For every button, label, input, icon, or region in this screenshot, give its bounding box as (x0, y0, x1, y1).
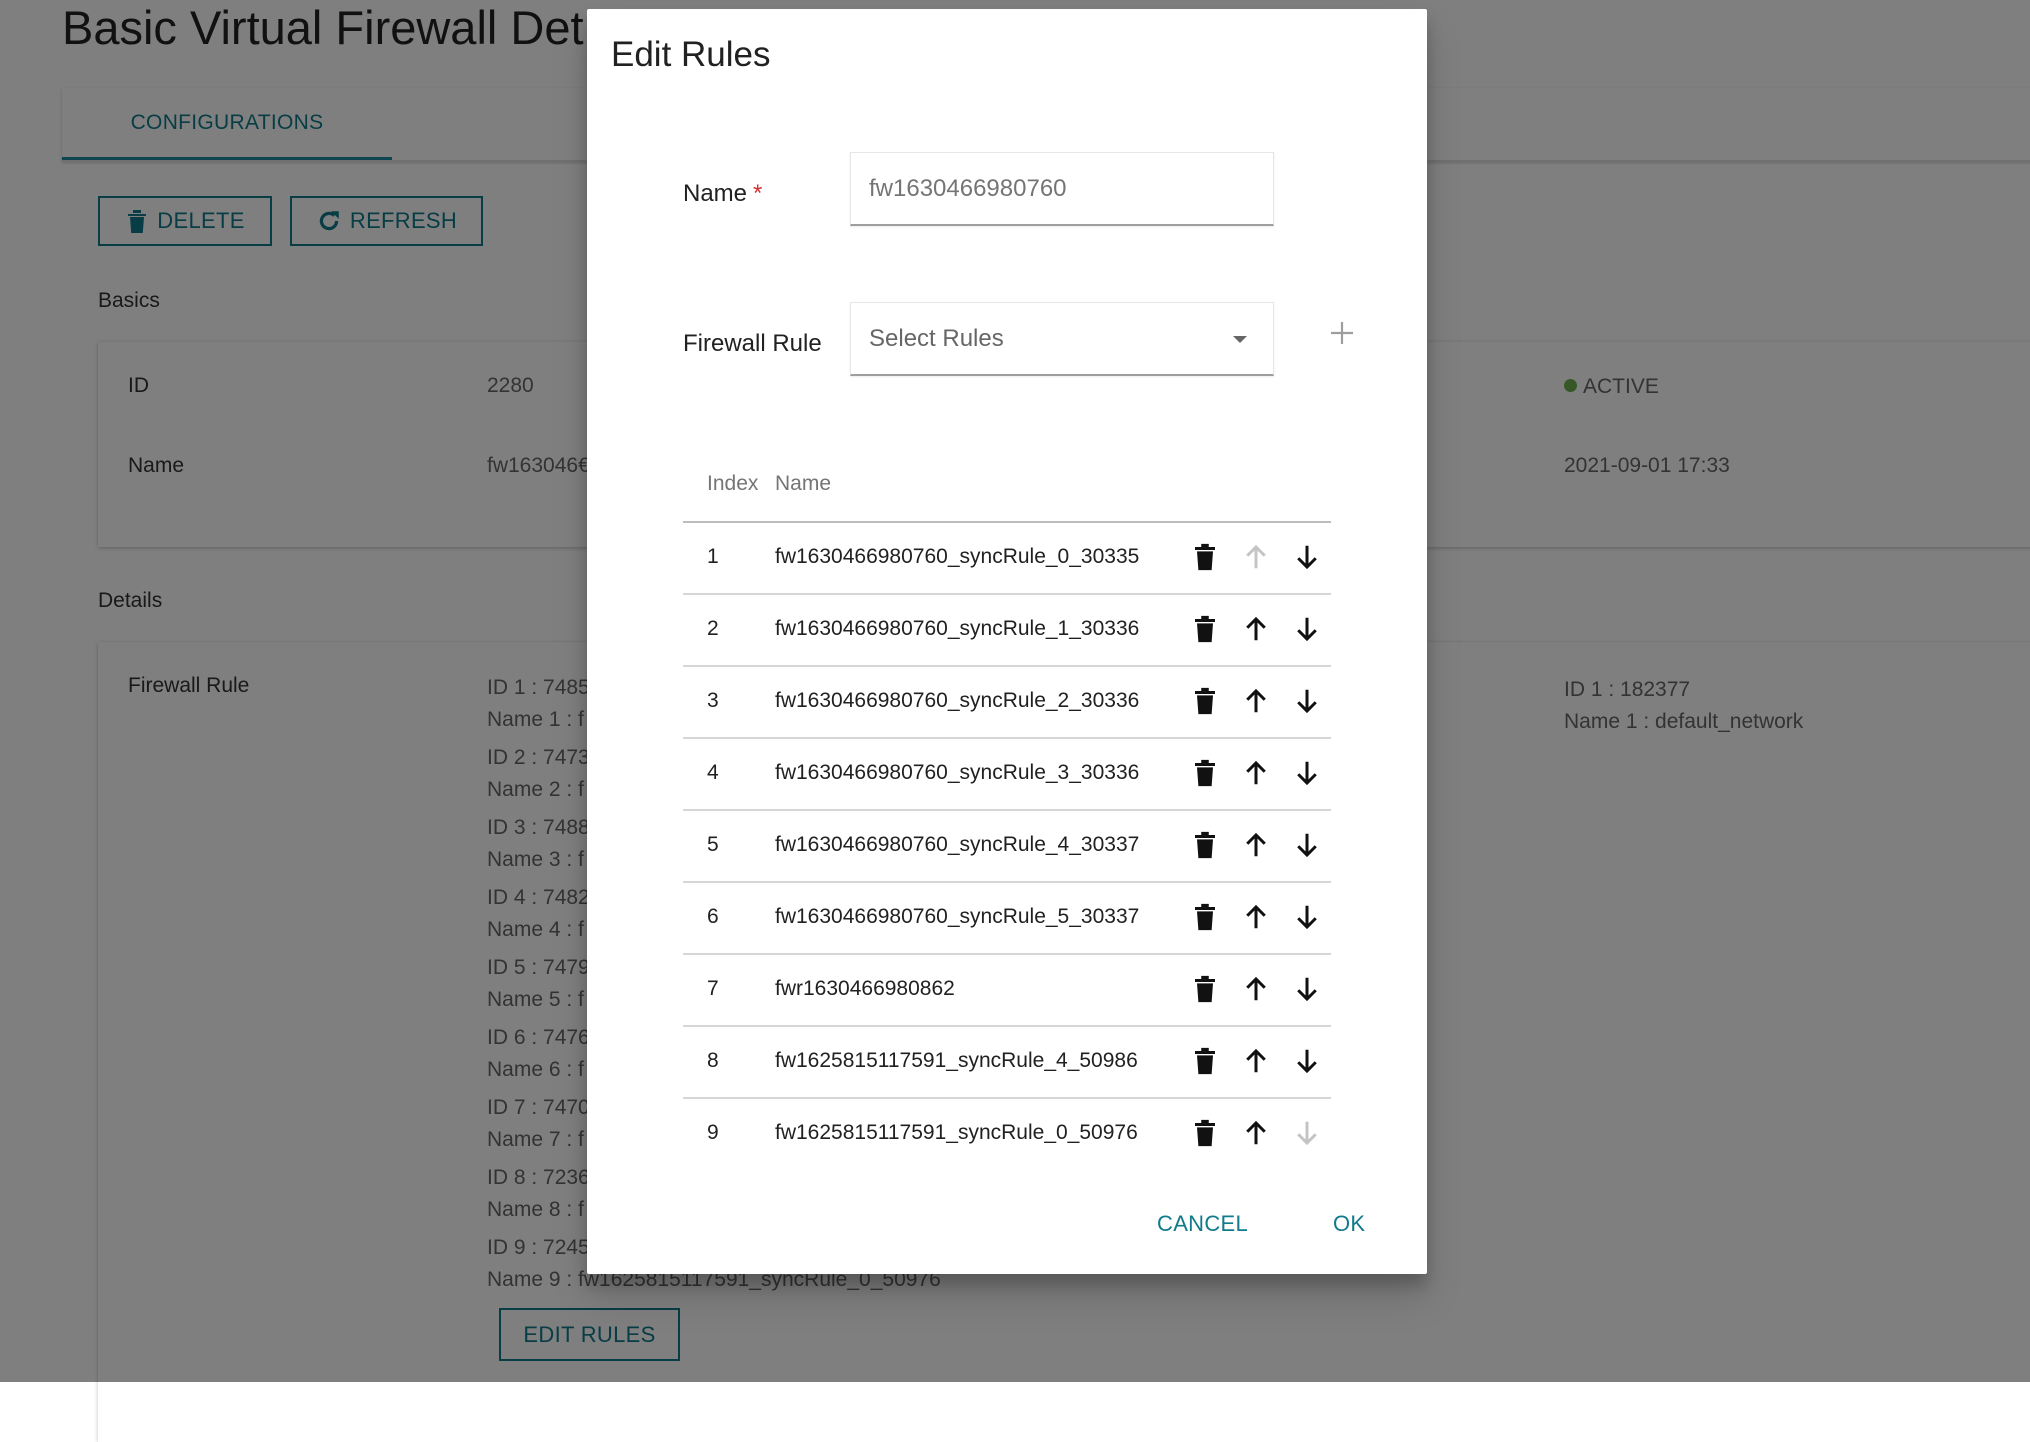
row-name: fw1630466980760_syncRule_4_30337 (775, 833, 1140, 856)
arrow-down-icon (1292, 974, 1322, 1004)
rules-select-placeholder: Select Rules (869, 324, 1004, 352)
row-name: fw1625815117591_syncRule_4_50986 (775, 1049, 1138, 1072)
arrow-down-icon (1292, 614, 1322, 644)
plus-icon (1331, 322, 1353, 344)
move-up-button[interactable] (1238, 971, 1274, 1007)
row-index: 6 (707, 905, 719, 928)
arrow-up-icon (1241, 542, 1271, 572)
row-name: fw1630466980760_syncRule_3_30336 (775, 761, 1140, 784)
add-rule-button[interactable] (1322, 313, 1362, 353)
delete-row-button[interactable] (1187, 971, 1223, 1007)
row-index: 4 (707, 761, 719, 784)
trash-icon (1190, 758, 1220, 788)
move-up-button[interactable] (1238, 611, 1274, 647)
delete-row-button[interactable] (1187, 827, 1223, 863)
delete-row-button[interactable] (1187, 1043, 1223, 1079)
row-name: fw1630466980760_syncRule_0_30335 (775, 545, 1140, 568)
move-up-button (1238, 539, 1274, 575)
trash-icon (1190, 1118, 1220, 1148)
move-down-button[interactable] (1289, 827, 1325, 863)
trash-icon (1190, 902, 1220, 932)
arrow-up-icon (1241, 902, 1271, 932)
table-row: 2 fw1630466980760_syncRule_1_30336 (683, 595, 1331, 667)
caret-down-icon (1233, 336, 1247, 343)
table-row: 1 fw1630466980760_syncRule_0_30335 (683, 523, 1331, 595)
trash-icon (1190, 830, 1220, 860)
row-name: fwr1630466980862 (775, 977, 955, 1000)
table-row: 6 fw1630466980760_syncRule_5_30337 (683, 883, 1331, 955)
dialog-title: Edit Rules (611, 35, 771, 74)
move-down-button[interactable] (1289, 683, 1325, 719)
row-index: 2 (707, 617, 719, 640)
trash-icon (1190, 1046, 1220, 1076)
delete-row-button[interactable] (1187, 539, 1223, 575)
arrow-up-icon (1241, 686, 1271, 716)
arrow-down-icon (1292, 902, 1322, 932)
table-row: 8 fw1625815117591_syncRule_4_50986 (683, 1027, 1331, 1099)
table-row: 5 fw1630466980760_syncRule_4_30337 (683, 811, 1331, 883)
move-down-button[interactable] (1289, 755, 1325, 791)
arrow-down-icon (1292, 1118, 1322, 1148)
rules-table: Index Name 1 fw1630466980760_syncRule_0_3… (683, 452, 1331, 1169)
move-up-button[interactable] (1238, 683, 1274, 719)
move-down-button[interactable] (1289, 1043, 1325, 1079)
row-index: 8 (707, 1049, 719, 1072)
arrow-up-icon (1241, 1046, 1271, 1076)
arrow-down-icon (1292, 1046, 1322, 1076)
move-up-button[interactable] (1238, 1115, 1274, 1151)
move-down-button[interactable] (1289, 539, 1325, 575)
move-up-button[interactable] (1238, 755, 1274, 791)
table-row: 7 fwr1630466980862 (683, 955, 1331, 1027)
cancel-button[interactable]: CANCEL (1157, 1211, 1248, 1237)
move-up-button[interactable] (1238, 827, 1274, 863)
arrow-up-icon (1241, 614, 1271, 644)
delete-row-button[interactable] (1187, 683, 1223, 719)
row-index: 1 (707, 545, 719, 568)
row-name: fw1630466980760_syncRule_2_30336 (775, 689, 1140, 712)
trash-icon (1190, 686, 1220, 716)
row-index: 5 (707, 833, 719, 856)
row-index: 3 (707, 689, 719, 712)
delete-row-button[interactable] (1187, 611, 1223, 647)
arrow-up-icon (1241, 974, 1271, 1004)
name-input[interactable] (850, 152, 1274, 226)
rules-select[interactable]: Select Rules (850, 302, 1274, 376)
table-body: 1 fw1630466980760_syncRule_0_30335 2 fw1630… (683, 523, 1331, 1169)
delete-row-button[interactable] (1187, 755, 1223, 791)
move-down-button[interactable] (1289, 611, 1325, 647)
table-row: 9 fw1625815117591_syncRule_0_50976 (683, 1099, 1331, 1169)
trash-icon (1190, 974, 1220, 1004)
arrow-down-icon (1292, 758, 1322, 788)
table-row: 3 fw1630466980760_syncRule_2_30336 (683, 667, 1331, 739)
arrow-down-icon (1292, 686, 1322, 716)
required-mark: * (753, 180, 763, 207)
row-name: fw1630466980760_syncRule_5_30337 (775, 905, 1140, 928)
firewall-rule-field-label: Firewall Rule (683, 330, 822, 357)
trash-icon (1190, 614, 1220, 644)
table-header: Index Name (683, 452, 1331, 523)
arrow-down-icon (1292, 830, 1322, 860)
row-name: fw1625815117591_syncRule_0_50976 (775, 1121, 1138, 1144)
arrow-down-icon (1292, 542, 1322, 572)
index-column-header: Index (707, 472, 759, 495)
move-down-button[interactable] (1289, 899, 1325, 935)
arrow-up-icon (1241, 1118, 1271, 1148)
trash-icon (1190, 542, 1220, 572)
delete-row-button[interactable] (1187, 899, 1223, 935)
row-index: 7 (707, 977, 719, 1000)
edit-rules-dialog: Edit Rules Name* Firewall Rule Select Ru… (587, 9, 1427, 1274)
ok-button[interactable]: OK (1333, 1211, 1365, 1237)
row-name: fw1630466980760_syncRule_1_30336 (775, 617, 1140, 640)
arrow-up-icon (1241, 830, 1271, 860)
name-column-header: Name (775, 472, 832, 495)
move-down-button (1289, 1115, 1325, 1151)
row-index: 9 (707, 1121, 719, 1144)
move-down-button[interactable] (1289, 971, 1325, 1007)
delete-row-button[interactable] (1187, 1115, 1223, 1151)
arrow-up-icon (1241, 758, 1271, 788)
move-up-button[interactable] (1238, 899, 1274, 935)
move-up-button[interactable] (1238, 1043, 1274, 1079)
table-row: 4 fw1630466980760_syncRule_3_30336 (683, 739, 1331, 811)
name-field-label: Name * (683, 180, 763, 207)
